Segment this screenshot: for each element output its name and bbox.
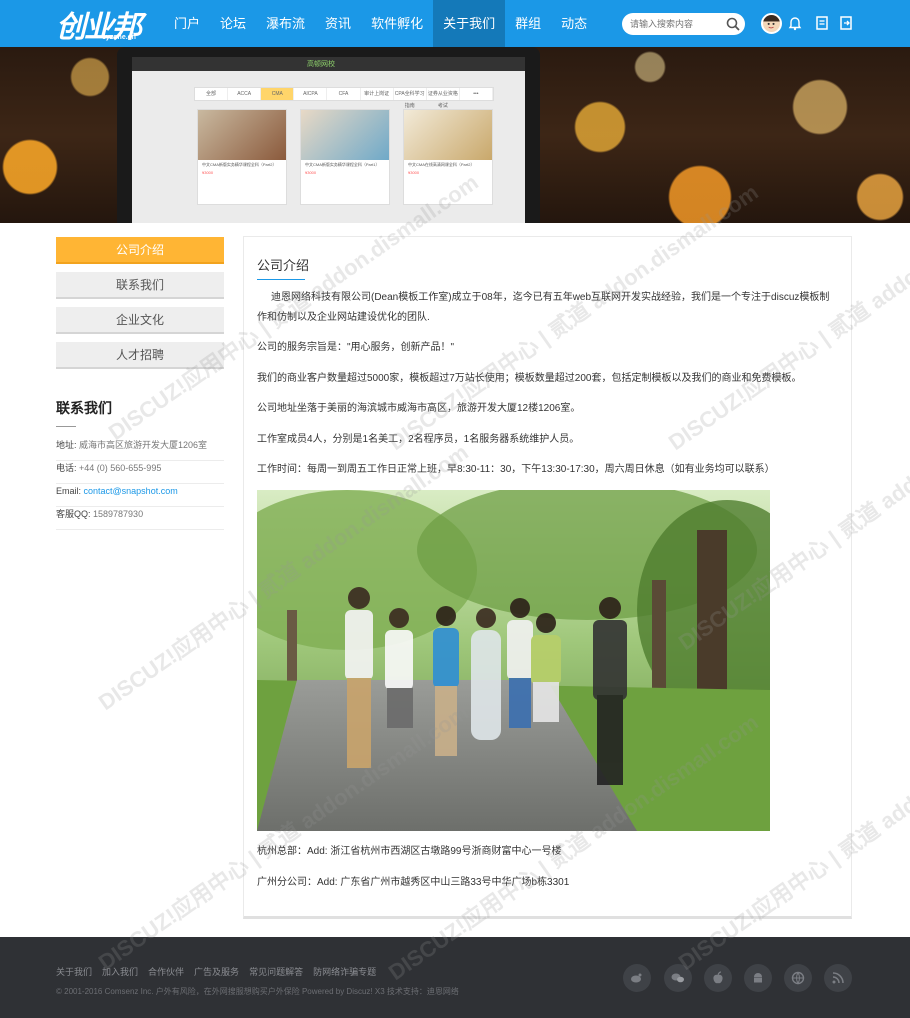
contact-phone: 电话: +44 (0) 560-655-995 (56, 461, 224, 484)
team-paragraph: 工作室成员4人，分别是1名美工，2名程序员，1名服务器系统维护人员。 (257, 434, 580, 445)
rss-icon[interactable] (824, 964, 852, 992)
page-title: 公司介绍 (257, 258, 310, 273)
nav-about[interactable]: 关于我们 (433, 0, 506, 47)
top-navbar: 创业邦 cyzone.cn 门户 论坛 瀑布流 资讯 软件孵化 关于我们 群组 … (0, 0, 910, 47)
nav-waterfall[interactable]: 瀑布流 (256, 0, 315, 47)
screen-tabs: 全部 ACCA CMA AICPA CFA 审计上岗证 CPA全科学习指南 证券… (194, 87, 494, 109)
logout-icon[interactable] (838, 15, 854, 31)
site-footer: 关于我们 加入我们 合作伙伴 广告及服务 常见问题解答 防网络诈骗专题 © 20… (0, 937, 910, 1018)
service-paragraph: 公司的服务宗旨是："用心服务，创新产品！" (257, 342, 455, 353)
footer-link-partners[interactable]: 合作伙伴 (148, 965, 184, 978)
contact-qq: 客服QQ: 1589787930 (56, 507, 224, 530)
email-link[interactable]: contact@snapshot.com (84, 486, 178, 496)
sidebar-item-company-intro[interactable]: 公司介绍 (56, 237, 224, 264)
search-box (622, 13, 745, 35)
search-input[interactable] (630, 16, 724, 32)
wechat-icon[interactable] (664, 964, 692, 992)
main-nav: 门户 论坛 瀑布流 资讯 软件孵化 关于我们 群组 动态 (164, 0, 597, 47)
search-icon[interactable] (725, 16, 741, 32)
site-logo[interactable]: 创业邦 cyzone.cn (56, 4, 148, 45)
apple-icon[interactable] (704, 964, 732, 992)
nav-groups[interactable]: 群组 (505, 0, 551, 47)
copyright: © 2001-2016 Comsenz Inc. 户外有风险，在外网搜服想购买户… (56, 987, 459, 996)
sidebar-item-careers[interactable]: 人才招聘 (56, 342, 224, 369)
footer-link-fraud[interactable]: 防网络诈骗专题 (313, 965, 376, 978)
nav-news[interactable]: 资讯 (315, 0, 361, 47)
hours-paragraph: 工作时间：每周一到周五工作日正常上班，早8:30-11：30，下午13:30-1… (257, 464, 775, 475)
screen-card: 中文CMA新版实务精华课程全科（Part2） ¥3000 (197, 109, 287, 205)
laptop-image: 高顿网校 全部 ACCA CMA AICPA CFA 审计上岗证 CPA全科学习… (117, 47, 540, 223)
divider (56, 426, 76, 427)
screen-card: 中文CMA在线高清网课全科（Part2） ¥3000 (403, 109, 493, 205)
notes-icon[interactable] (814, 15, 830, 31)
hero-banner: 高顿网校 全部 ACCA CMA AICPA CFA 审计上岗证 CPA全科学习… (0, 47, 910, 223)
nav-portal[interactable]: 门户 (164, 0, 210, 47)
contact-heading: 联系我们 (56, 400, 112, 416)
bell-icon[interactable] (787, 15, 803, 31)
team-photo (257, 490, 770, 831)
hq-address: 杭州总部：Add: 浙江省杭州市西湖区古墩路99号浙商财富中心一号楼 (257, 846, 562, 857)
screen-brand: 高顿网校 (307, 61, 335, 68)
footer-link-join[interactable]: 加入我们 (102, 965, 138, 978)
sidebar-item-culture[interactable]: 企业文化 (56, 307, 224, 334)
nav-feed[interactable]: 动态 (551, 0, 597, 47)
intro-paragraph: 迪恩网络科技有限公司(Dean模板工作室)成立于08年，迄今已有五年web互联网… (257, 292, 830, 323)
globe-icon[interactable] (784, 964, 812, 992)
contact-email: Email: contact@snapshot.com (56, 484, 224, 507)
contact-address: 地址: 威海市高区旅游开发大厦1206室 (56, 438, 224, 461)
sidebar-menu: 公司介绍 联系我们 企业文化 人才招聘 (56, 237, 224, 377)
android-icon[interactable] (744, 964, 772, 992)
footer-links: 关于我们 加入我们 合作伙伴 广告及服务 常见问题解答 防网络诈骗专题 (56, 965, 376, 978)
weibo-icon[interactable] (623, 964, 651, 992)
footer-link-faq[interactable]: 常见问题解答 (249, 965, 303, 978)
laptop-screen: 高顿网校 全部 ACCA CMA AICPA CFA 审计上岗证 CPA全科学习… (132, 57, 525, 223)
clients-paragraph: 我们的商业客户数量超过5000家，模板超过7万站长使用；模板数量超过200套，包… (257, 373, 802, 384)
title-underline (257, 279, 305, 280)
user-avatar[interactable] (761, 13, 782, 34)
footer-link-about[interactable]: 关于我们 (56, 965, 92, 978)
nav-forum[interactable]: 论坛 (210, 0, 256, 47)
screen-card: 中文CMA新版实务精华课程全科（Part1） ¥3000 (300, 109, 390, 205)
nav-incubator[interactable]: 软件孵化 (361, 0, 433, 47)
branch-address: 广州分公司：Add: 广东省广州市越秀区中山三路33号中华广场b栋3301 (257, 877, 570, 888)
footer-link-ads[interactable]: 广告及服务 (194, 965, 239, 978)
sidebar-item-contact-us[interactable]: 联系我们 (56, 272, 224, 299)
logo-domain: cyzone.cn (102, 34, 136, 41)
address-paragraph: 公司地址坐落于美丽的海滨城市威海市高区，旅游开发大厦12楼1206室。 (257, 403, 581, 414)
